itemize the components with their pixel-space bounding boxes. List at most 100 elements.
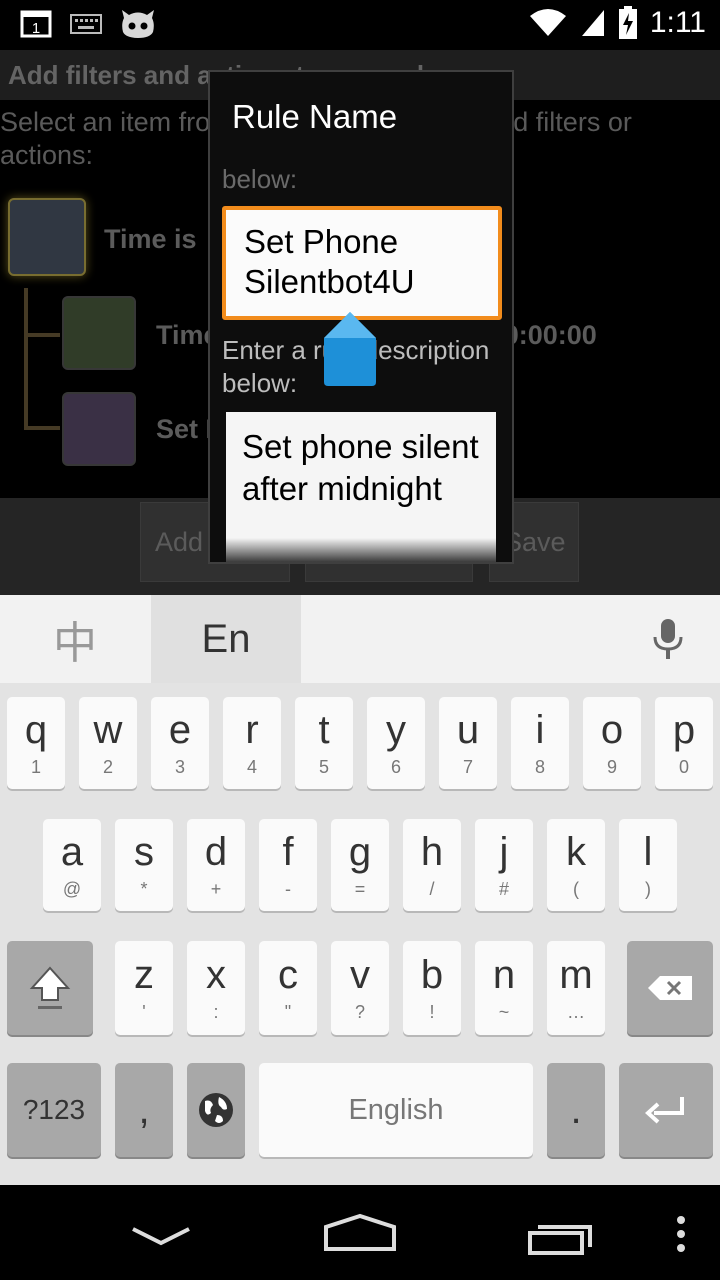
key-w[interactable]: w2 [79, 697, 137, 789]
key-y[interactable]: y6 [367, 697, 425, 789]
key-alt-label: 9 [606, 756, 617, 777]
comma-key-label: , [138, 1088, 150, 1132]
key-f[interactable]: f- [259, 819, 317, 911]
shift-key[interactable] [7, 941, 93, 1035]
recents-icon[interactable] [526, 1217, 596, 1257]
backspace-key[interactable] [627, 941, 713, 1035]
key-alt-label: 5 [318, 756, 329, 777]
svg-text:1: 1 [32, 20, 40, 37]
key-j[interactable]: j # [475, 819, 533, 911]
chinese-input-tab[interactable]: 中 [0, 595, 150, 683]
key-label: c [278, 952, 298, 997]
key-p[interactable]: p0 [655, 697, 713, 789]
key-s[interactable]: s * [115, 819, 173, 911]
shift-icon [29, 966, 71, 1009]
key-alt-label: ( [573, 878, 579, 899]
period-key[interactable]: . [547, 1063, 605, 1157]
key-label: p [672, 707, 696, 752]
text-cursor-handle-icon[interactable] [324, 312, 376, 386]
key-label: f [282, 829, 294, 874]
key-label: w [93, 707, 123, 752]
key-alt-label: ) [645, 878, 651, 899]
key-label: a [60, 829, 84, 874]
key-l[interactable]: l) [619, 819, 677, 911]
key-m[interactable]: m… [547, 941, 605, 1035]
key-alt-label: 3 [174, 756, 185, 777]
key-k[interactable]: k( [547, 819, 605, 911]
status-bar: 1 1:11 [0, 0, 720, 50]
key-label: y [386, 707, 406, 752]
key-q[interactable]: q1 [7, 697, 65, 789]
key-alt-label: + [210, 878, 222, 899]
soft-keyboard: 中 En q1w2e3r4t5y6u7i8o9p0 a @ s * d + f - g = h / j #… [0, 595, 720, 1185]
key-o[interactable]: o9 [583, 697, 641, 789]
scroll-fade [226, 538, 496, 562]
key-label: r [245, 707, 259, 752]
key-r[interactable]: r4 [223, 697, 281, 789]
globe-icon [199, 1093, 233, 1127]
key-label: b [420, 952, 444, 997]
key-label: i [535, 707, 545, 752]
key-h[interactable]: h / [403, 819, 461, 911]
key-x[interactable]: x: [187, 941, 245, 1035]
key-label: u [456, 707, 480, 752]
dialog-title: Rule Name [232, 98, 398, 135]
key-alt-label: : [213, 1001, 219, 1022]
back-icon[interactable] [130, 1225, 192, 1247]
enter-icon [645, 1097, 684, 1124]
key-label: o [600, 707, 624, 752]
key-label: k [566, 829, 586, 874]
key-d[interactable]: d + [187, 819, 245, 911]
key-alt-label: 1 [30, 756, 41, 777]
menu-icon[interactable] [674, 1215, 688, 1255]
key-alt-label: 8 [534, 756, 545, 777]
key-n[interactable]: n ~ [475, 941, 533, 1035]
key-alt-label: 0 [678, 756, 689, 777]
key-label: j [499, 829, 509, 874]
key-z[interactable]: z ' [115, 941, 173, 1035]
key-alt-label: * [140, 878, 148, 899]
keyboard-icon [70, 14, 102, 34]
language-switch-key[interactable] [187, 1063, 245, 1157]
symbols-key[interactable]: ?123 [7, 1063, 101, 1157]
enter-key[interactable] [619, 1063, 713, 1157]
key-i[interactable]: i8 [511, 697, 569, 789]
space-key[interactable]: English [259, 1063, 533, 1157]
key-alt-label: … [567, 1001, 585, 1022]
key-c[interactable]: c " [259, 941, 317, 1035]
space-key-label: English [348, 1094, 444, 1126]
key-label: q [24, 707, 48, 752]
key-alt-label: ' [142, 1001, 146, 1022]
english-input-tab[interactable]: En [151, 595, 301, 683]
key-label: v [350, 952, 370, 997]
key-label: g [348, 829, 372, 874]
key-alt-label: 2 [102, 756, 113, 777]
clock: 1:11 [649, 6, 706, 39]
key-label: e [168, 707, 192, 752]
home-icon[interactable] [322, 1213, 398, 1253]
key-a[interactable]: a @ [43, 819, 101, 911]
key-b[interactable]: b! [403, 941, 461, 1035]
notification-1-icon: 1 [20, 10, 52, 38]
key-e[interactable]: e3 [151, 697, 209, 789]
key-label: h [420, 829, 444, 874]
battery-charging-icon [618, 6, 637, 39]
signal-icon [581, 10, 604, 36]
key-label: d [204, 829, 228, 874]
period-key-label: . [570, 1088, 582, 1132]
key-alt-label: ? [354, 1001, 365, 1022]
key-u[interactable]: u7 [439, 697, 497, 789]
keyboard-toolbar: 中 En [0, 595, 720, 683]
microphone-icon[interactable] [648, 617, 688, 661]
rule-name-input[interactable]: Set Phone Silentbot4U [222, 206, 502, 320]
key-alt-label: 7 [462, 756, 473, 777]
cyanogen-bot-icon [122, 10, 154, 38]
comma-key[interactable]: , [115, 1063, 173, 1157]
key-label: n [492, 952, 516, 997]
key-v[interactable]: v? [331, 941, 389, 1035]
key-t[interactable]: t5 [295, 697, 353, 789]
symbols-key-label: ?123 [22, 1094, 86, 1125]
backspace-icon [648, 976, 692, 1000]
key-g[interactable]: g = [331, 819, 389, 911]
key-label: l [643, 829, 653, 874]
